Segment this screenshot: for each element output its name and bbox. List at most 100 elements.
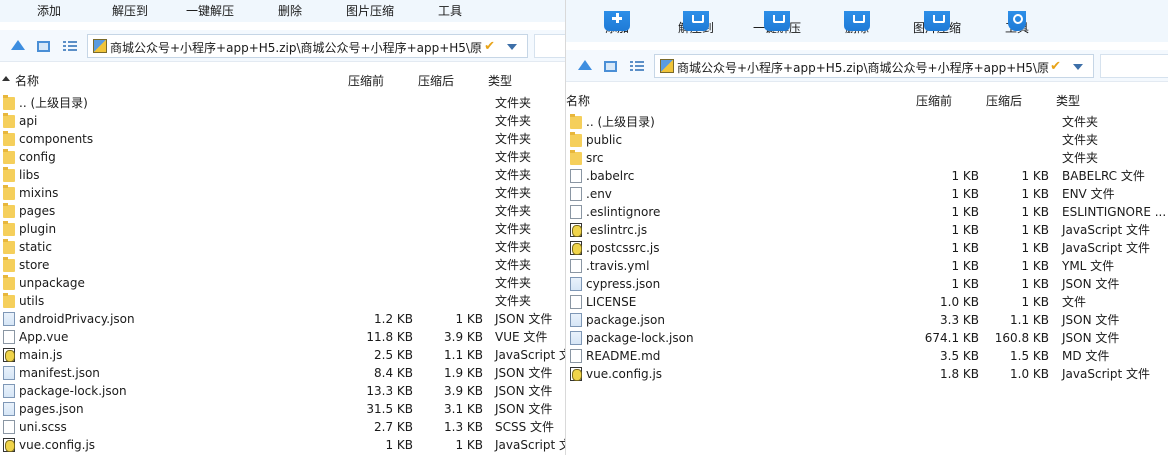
file-row[interactable]: LICENSE 1.0 KB 1 KB 文件 <box>566 293 1168 311</box>
one-click-extract-button[interactable]: 一键解压 <box>186 3 234 19</box>
image-compress-icon <box>924 11 950 31</box>
folder-row[interactable]: unpackage 文件夹 <box>0 274 565 292</box>
extract-to-button[interactable]: 解压到 <box>112 3 148 19</box>
folder-icon <box>3 113 15 128</box>
folder-row[interactable]: libs 文件夹 <box>0 166 565 184</box>
folder-row[interactable]: config 文件夹 <box>0 148 565 166</box>
column-compressed-after[interactable]: 压缩后 <box>418 72 454 89</box>
add-button[interactable]: 添加 <box>37 3 61 19</box>
search-input[interactable] <box>534 34 565 58</box>
file-type: 文件夹 <box>495 222 532 236</box>
extract-to-label: 解压到 <box>112 4 149 18</box>
json-file-icon <box>3 312 15 326</box>
up-folder-icon[interactable] <box>11 40 25 50</box>
folder-row[interactable]: .. (上级目录) 文件夹 <box>566 113 1168 131</box>
column-compressed-before[interactable]: 压缩前 <box>916 92 952 109</box>
up-folder-icon[interactable] <box>578 60 592 70</box>
tools-button[interactable]: 工具 <box>987 11 1047 36</box>
file-row[interactable]: pages.json 31.5 KB 3.1 KB JSON 文件 <box>0 400 565 418</box>
file-row[interactable]: vue.config.js 1 KB 1 KB JavaScript 文 <box>0 436 565 454</box>
file-type: JavaScript 文件 <box>1062 241 1150 255</box>
file-row[interactable]: androidPrivacy.json 1.2 KB 1 KB JSON 文件 <box>0 310 565 328</box>
folder-row[interactable]: utils 文件夹 <box>0 292 565 310</box>
file-row[interactable]: package.json 3.3 KB 1.1 KB JSON 文件 <box>566 311 1168 329</box>
thumbnail-view-icon[interactable] <box>604 61 617 72</box>
folder-row[interactable]: mixins 文件夹 <box>0 184 565 202</box>
file-row[interactable]: .eslintrc.js 1 KB 1 KB JavaScript 文件 <box>566 221 1168 239</box>
column-name[interactable]: 名称 <box>566 92 590 109</box>
delete-label: 删除 <box>278 4 303 18</box>
search-input[interactable] <box>1100 54 1168 78</box>
size-before: 1 KB <box>385 438 413 452</box>
file-type: JavaScript 文件 <box>1062 223 1150 237</box>
zip-archive-icon <box>660 59 674 73</box>
folder-row[interactable]: public 文件夹 <box>566 131 1168 149</box>
chevron-down-icon[interactable] <box>507 44 517 50</box>
folder-row[interactable]: pages 文件夹 <box>0 202 565 220</box>
file-row[interactable]: uni.scss 2.7 KB 1.3 KB SCSS 文件 <box>0 418 565 436</box>
column-type[interactable]: 类型 <box>488 72 512 89</box>
file-row[interactable]: cypress.json 1 KB 1 KB JSON 文件 <box>566 275 1168 293</box>
add-icon <box>604 11 630 31</box>
file-row[interactable]: .eslintignore 1 KB 1 KB ESLINTIGNORE ... <box>566 203 1168 221</box>
folder-row[interactable]: plugin 文件夹 <box>0 220 565 238</box>
file-name: api <box>19 114 38 128</box>
file-name: plugin <box>19 222 57 236</box>
file-row[interactable]: .travis.yml 1 KB 1 KB YML 文件 <box>566 257 1168 275</box>
delete-button[interactable]: 删除 <box>278 3 302 19</box>
size-after: 3.9 KB <box>444 384 483 398</box>
file-type: JSON 文件 <box>495 366 553 380</box>
size-before: 2.5 KB <box>374 348 413 362</box>
address-text: 商城公众号+小程序+app+H5.zip\商城公众号+小程序+app+H5\原 <box>677 61 1049 75</box>
file-type: 文件夹 <box>495 204 532 218</box>
list-view-icon[interactable] <box>630 61 644 72</box>
folder-row[interactable]: store 文件夹 <box>0 256 565 274</box>
chevron-down-icon[interactable] <box>1073 64 1083 70</box>
column-type[interactable]: 类型 <box>1056 92 1080 109</box>
address-bar[interactable]: 商城公众号+小程序+app+H5.zip\商城公众号+小程序+app+H5\原 … <box>654 54 1094 78</box>
file-row[interactable]: package-lock.json 674.1 KB 160.8 KB JSON 文件 <box>566 329 1168 347</box>
file-type: SCSS 文件 <box>495 420 555 434</box>
file-name: package-lock.json <box>586 331 694 345</box>
image-compress-button[interactable]: 图片压缩 <box>346 3 394 19</box>
file-row[interactable]: main.js 2.5 KB 1.1 KB JavaScript 文 <box>0 346 565 364</box>
column-name[interactable]: 名称 <box>15 72 39 89</box>
folder-row[interactable]: .. (上级目录) 文件夹 <box>0 94 565 112</box>
size-before: 31.5 KB <box>366 402 413 416</box>
file-row[interactable]: .postcssrc.js 1 KB 1 KB JavaScript 文件 <box>566 239 1168 257</box>
file-row[interactable]: .env 1 KB 1 KB ENV 文件 <box>566 185 1168 203</box>
file-icon <box>3 420 15 434</box>
folder-row[interactable]: api 文件夹 <box>0 112 565 130</box>
one-click-extract-button[interactable]: 一键解压 <box>747 11 807 36</box>
file-row[interactable]: README.md 3.5 KB 1.5 KB MD 文件 <box>566 347 1168 365</box>
file-type: JSON 文件 <box>495 312 553 326</box>
file-type: 文件夹 <box>495 240 532 254</box>
image-compress-button[interactable]: 图片压缩 <box>907 11 967 36</box>
folder-row[interactable]: components 文件夹 <box>0 130 565 148</box>
file-row[interactable]: vue.config.js 1.8 KB 1.0 KB JavaScript 文件 <box>566 365 1168 383</box>
file-row[interactable]: package-lock.json 13.3 KB 3.9 KB JSON 文件 <box>0 382 565 400</box>
add-button[interactable]: 添加 <box>587 11 647 36</box>
folder-row[interactable]: static 文件夹 <box>0 238 565 256</box>
folder-icon <box>3 221 15 236</box>
size-after: 1 KB <box>455 438 483 452</box>
size-before: 1.8 KB <box>940 367 979 381</box>
list-view-icon[interactable] <box>63 41 77 52</box>
toolbar: 添加 解压到 一键解压 删除 图片压缩 工具 <box>566 0 1168 42</box>
column-compressed-after[interactable]: 压缩后 <box>986 92 1022 109</box>
file-row[interactable]: .babelrc 1 KB 1 KB BABELRC 文件 <box>566 167 1168 185</box>
left-archive-pane: 添加 解压到 一键解压 删除 图片压缩 工具 商城公众号+小程序+app+H5.… <box>0 0 565 455</box>
file-type: MD 文件 <box>1062 349 1110 363</box>
column-compressed-before[interactable]: 压缩前 <box>348 72 384 89</box>
folder-row[interactable]: src 文件夹 <box>566 149 1168 167</box>
file-row[interactable]: manifest.json 8.4 KB 1.9 KB JSON 文件 <box>0 364 565 382</box>
tools-button[interactable]: 工具 <box>438 3 462 19</box>
file-name: store <box>19 258 50 272</box>
thumbnail-view-icon[interactable] <box>37 41 50 52</box>
address-bar[interactable]: 商城公众号+小程序+app+H5.zip\商城公众号+小程序+app+H5\原 … <box>87 34 528 58</box>
delete-button[interactable]: 删除 <box>827 11 887 36</box>
checkmark-icon: ✔ <box>484 39 495 54</box>
file-row[interactable]: App.vue 11.8 KB 3.9 KB VUE 文件 <box>0 328 565 346</box>
file-type: 文件夹 <box>495 294 532 308</box>
extract-to-button[interactable]: 解压到 <box>666 11 726 36</box>
